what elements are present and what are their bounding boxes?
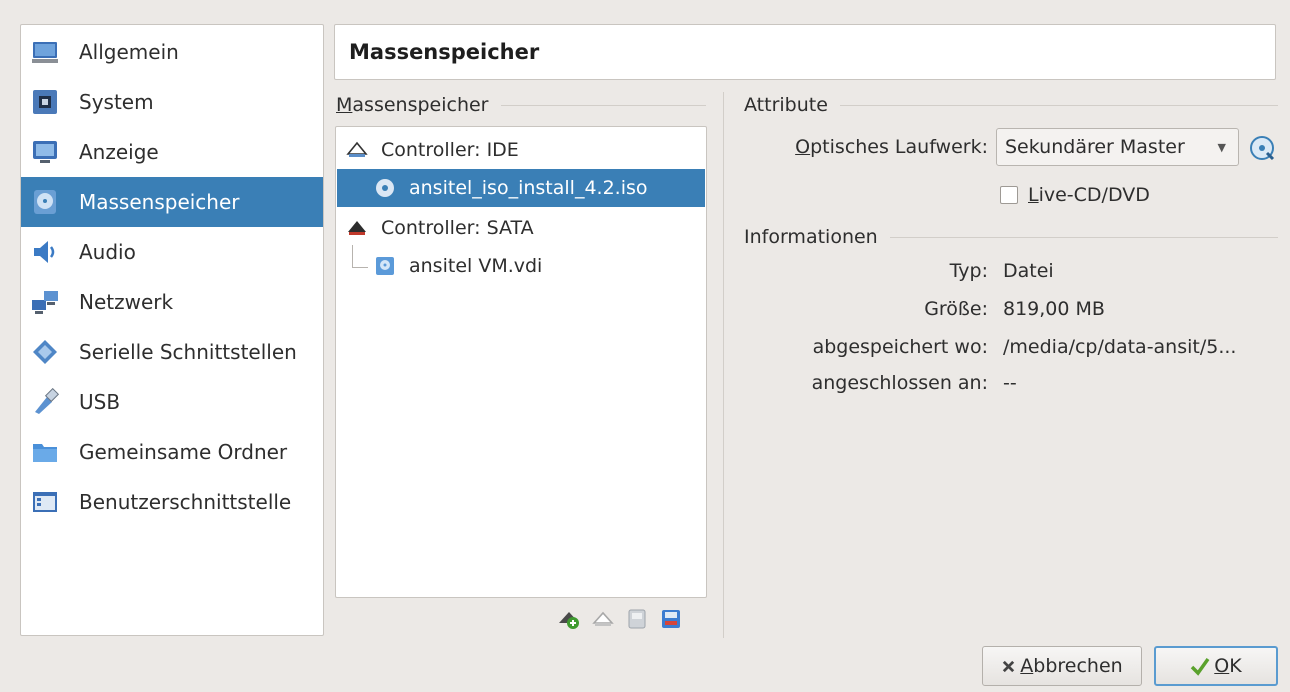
sidebar-item-storage[interactable]: Massenspeicher [21, 177, 323, 227]
sidebar-item-serial-ports[interactable]: Serielle Schnittstellen [21, 327, 323, 377]
cancel-button-label: bbrechen [1033, 655, 1123, 677]
choose-disk-icon[interactable] [1248, 134, 1276, 162]
optical-drive-select[interactable]: Sekundärer Master ▼ [996, 128, 1239, 166]
sidebar-item-general[interactable]: Allgemein [21, 27, 323, 77]
info-type-label: Typ: [949, 260, 988, 282]
info-attached-to-value: -- [1003, 372, 1017, 394]
sidebar-item-usb[interactable]: USB [21, 377, 323, 427]
settings-category-list: Allgemein System Anzeige Massenspeicher … [20, 24, 324, 636]
cancel-button-mnemonic: A [1020, 655, 1034, 677]
chevron-down-icon: ▼ [1217, 141, 1226, 154]
storage-group-title-text: assenspeicher [352, 94, 489, 116]
info-location-value: /media/cp/data-ansit/5... [1003, 336, 1237, 358]
info-size-value: 819,00 MB [1003, 298, 1105, 320]
info-location-label: abgespeichert wo: [812, 336, 988, 358]
sidebar-item-label: Gemeinsame Ordner [79, 440, 288, 464]
sata-controller-icon [345, 216, 369, 240]
sidebar-item-label: Serielle Schnittstellen [79, 340, 297, 364]
ok-button-mnemonic: O [1214, 655, 1230, 677]
storage-group-title-mnemonic: M [336, 94, 353, 116]
optical-drive-label: Optisches Laufwerk: [795, 136, 988, 158]
live-cd-label-mnemonic: L [1028, 184, 1039, 206]
display-icon [31, 138, 59, 166]
attributes-group-title: Attribute [744, 94, 1278, 116]
sidebar-item-system[interactable]: System [21, 77, 323, 127]
sidebar-item-label: USB [79, 390, 121, 414]
info-attached-to-label: angeschlossen an: [811, 372, 988, 394]
sidebar-item-label: Netzwerk [79, 290, 174, 314]
remove-attachment-icon[interactable] [624, 606, 650, 632]
hard-disk-icon [373, 254, 397, 278]
sidebar-item-network[interactable]: Netzwerk [21, 277, 323, 327]
sidebar-item-label: System [79, 90, 154, 114]
storage-icon [31, 188, 59, 216]
group-divider [500, 104, 706, 106]
tree-item-ide-controller[interactable]: Controller: IDE [337, 131, 705, 169]
tree-item-label: ansitel VM.vdi [409, 255, 543, 277]
remove-controller-icon[interactable] [658, 606, 684, 632]
page-title: Massenspeicher [334, 24, 1276, 80]
information-title: Informationen [744, 226, 878, 248]
ide-controller-icon [345, 138, 369, 162]
storage-group-title: Massenspeicher [336, 94, 706, 116]
sidebar-item-label: Massenspeicher [79, 190, 240, 214]
tree-item-vdi-attachment[interactable]: ansitel VM.vdi [337, 247, 705, 285]
tree-item-iso-attachment[interactable]: ansitel_iso_install_4.2.iso [337, 169, 705, 207]
live-cd-label-text: ive-CD/DVD [1038, 184, 1150, 206]
storage-toolbar [556, 606, 684, 632]
cancel-icon [1001, 659, 1016, 674]
group-divider [889, 236, 1278, 238]
sidebar-item-label: Audio [79, 240, 136, 264]
sidebar-item-shared-folders[interactable]: Gemeinsame Ordner [21, 427, 323, 477]
usb-icon [31, 388, 59, 416]
cancel-button[interactable]: Abbrechen [982, 646, 1142, 686]
optical-drive-select-value: Sekundärer Master [1005, 136, 1185, 158]
tree-item-label: ansitel_iso_install_4.2.iso [409, 177, 648, 199]
attributes-title: Attribute [744, 94, 828, 116]
live-cd-checkbox[interactable] [1000, 186, 1018, 204]
group-divider [839, 104, 1278, 106]
sidebar-item-display[interactable]: Anzeige [21, 127, 323, 177]
shared-folders-icon [31, 438, 59, 466]
general-icon [31, 38, 59, 66]
optical-drive-label-mnemonic: O [795, 136, 811, 158]
info-size-label: Größe: [924, 298, 988, 320]
panel-divider [723, 92, 724, 638]
add-controller-icon[interactable] [590, 606, 616, 632]
sidebar-item-label: Benutzerschnittstelle [79, 490, 292, 514]
sidebar-item-audio[interactable]: Audio [21, 227, 323, 277]
optical-drive-label-text: ptisches Laufwerk: [810, 136, 988, 158]
tree-item-label: Controller: IDE [381, 139, 519, 161]
audio-icon [31, 238, 59, 266]
storage-tree[interactable]: Controller: IDE ansitel_iso_install_4.2.… [335, 126, 707, 598]
checkmark-icon [1190, 656, 1210, 676]
ok-button-label: K [1229, 655, 1242, 677]
sidebar-item-label: Anzeige [79, 140, 159, 164]
information-group-title: Informationen [744, 226, 1278, 248]
tree-item-sata-controller[interactable]: Controller: SATA [337, 209, 705, 247]
live-cd-label[interactable]: Live-CD/DVD [1028, 184, 1150, 206]
add-attachment-icon[interactable] [556, 606, 582, 632]
sidebar-item-user-interface[interactable]: Benutzerschnittstelle [21, 477, 323, 527]
tree-item-label: Controller: SATA [381, 217, 534, 239]
ok-button[interactable]: OK [1154, 646, 1278, 686]
sidebar-item-label: Allgemein [79, 40, 179, 64]
optical-disc-icon [373, 176, 397, 200]
user-interface-icon [31, 488, 59, 516]
network-icon [31, 288, 59, 316]
system-icon [31, 88, 59, 116]
serial-ports-icon [31, 338, 59, 366]
info-type-value: Datei [1003, 260, 1054, 282]
